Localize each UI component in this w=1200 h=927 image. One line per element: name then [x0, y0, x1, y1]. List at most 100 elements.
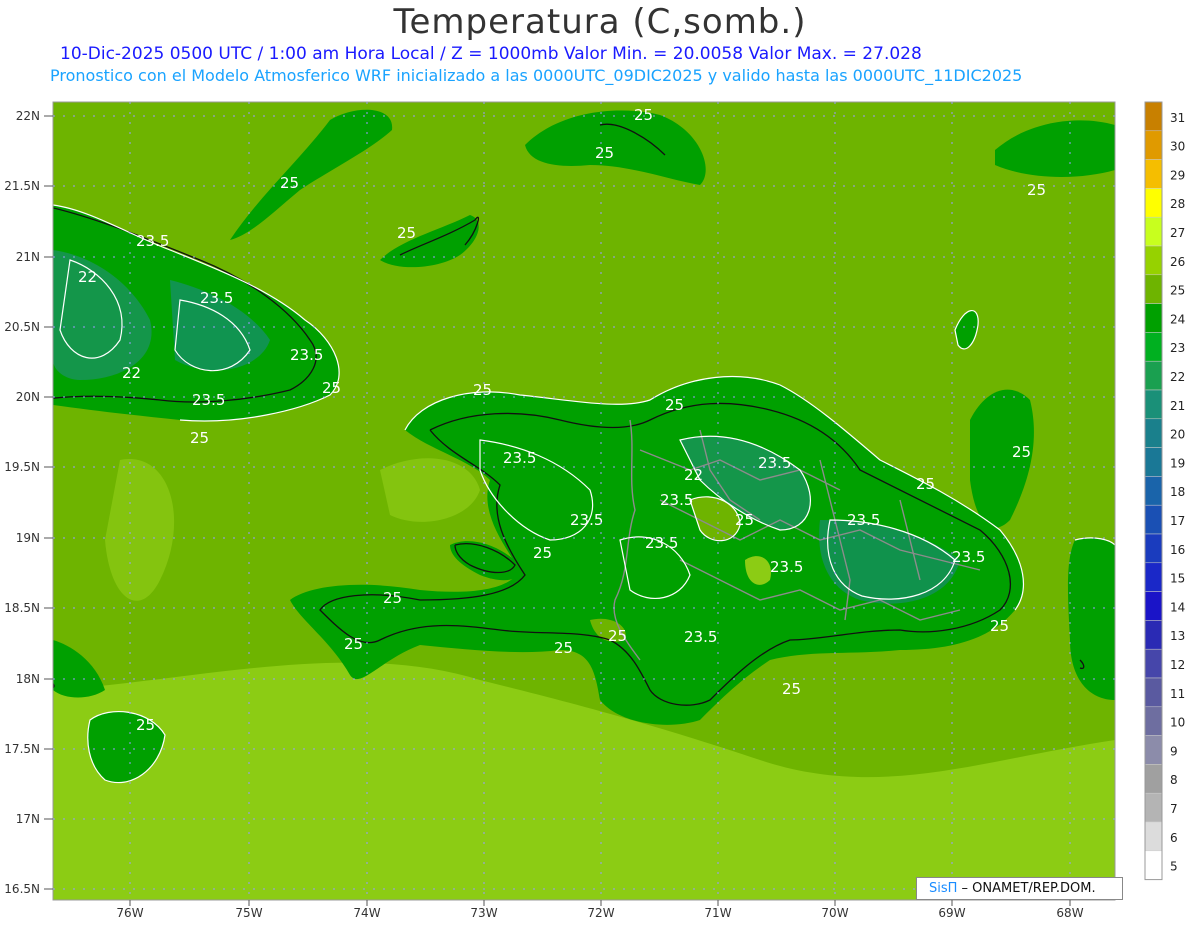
contour-label: 25 [136, 716, 155, 734]
latitude-label: 22N [16, 109, 40, 123]
contour-label: 23.5 [136, 232, 169, 250]
contour-label: 25 [1027, 181, 1046, 199]
colorbar-label: 10 [1170, 716, 1185, 730]
colorbar-label: 15 [1170, 572, 1185, 586]
colorbar-swatch [1144, 648, 1163, 679]
contour-label: 25 [916, 475, 935, 493]
contour-label: 25 [990, 617, 1009, 635]
contour-label: 23.5 [684, 628, 717, 646]
latitude-label: 20.5N [4, 320, 40, 334]
longitude-label: 76W [116, 906, 143, 920]
latitude-label: 21N [16, 250, 40, 264]
colorbar-label: 14 [1170, 600, 1185, 614]
colorbar-swatch [1144, 677, 1163, 708]
latitude-label: 16.5N [4, 882, 40, 896]
latitude-label: 20N [16, 390, 40, 404]
colorbar-label: 5 [1170, 860, 1178, 874]
temperature-map: 25 25 25 25 25 25 23.5 22 23.5 23.5 22 23.5 25 25 25 25… [4, 101, 1185, 920]
longitude-label: 75W [235, 906, 262, 920]
colorbar-swatch [1144, 303, 1163, 333]
contour-label: 23.5 [192, 391, 225, 409]
contour-label: 23.5 [770, 558, 803, 576]
colorbar-label: 23 [1170, 341, 1185, 355]
latitude-label: 21.5N [4, 179, 40, 193]
colorbar-label: 29 [1170, 168, 1185, 182]
contour-label: 23.5 [645, 534, 678, 552]
colorbar-swatch [1144, 735, 1163, 765]
contour-label: 23.5 [847, 511, 880, 529]
latitude-label: 19.5N [4, 460, 40, 474]
contour-label: 23.5 [570, 511, 603, 529]
colorbar-swatch [1144, 533, 1163, 564]
colorbar-label: 9 [1170, 744, 1178, 758]
colorbar-swatch [1144, 101, 1163, 132]
colorbar-swatch [1144, 389, 1163, 420]
colorbar-label: 28 [1170, 197, 1185, 211]
longitude-labels: 76W 75W 74W 73W 72W 71W 70W 69W 68W [116, 900, 1084, 920]
contour-label: 25 [782, 680, 801, 698]
colorbar-swatch [1144, 850, 1163, 880]
colorbar-label: 6 [1170, 831, 1178, 845]
credit-text: – ONAMET/REP.DOM. [957, 881, 1096, 896]
colorbar-swatch [1144, 274, 1163, 304]
longitude-label: 70W [821, 906, 848, 920]
colorbar-label: 17 [1170, 514, 1185, 528]
colorbar-label: 30 [1170, 140, 1185, 154]
sispi-logo-text: SisΠ [929, 881, 958, 896]
contour-label: 25 [280, 174, 299, 192]
longitude-label: 74W [353, 906, 380, 920]
colorbar-label: 24 [1170, 312, 1185, 326]
colorbar-label: 22 [1170, 370, 1185, 384]
colorbar-swatch [1144, 418, 1163, 448]
colorbar: 31 30 29 28 27 26 25 24 23 22 21 20 19 18 17 16 15 14 13 12… [1144, 101, 1185, 881]
colorbar-label: 16 [1170, 543, 1185, 557]
colorbar-swatch [1144, 447, 1163, 477]
contour-label: 22 [78, 268, 97, 286]
longitude-label: 73W [470, 906, 497, 920]
colorbar-swatch [1144, 821, 1163, 852]
latitude-labels: 22N 21.5N 21N 20.5N 20N 19.5N 19N 18.5N 18N 17.5N… [4, 109, 53, 896]
colorbar-swatch [1144, 360, 1163, 391]
contour-label: 25 [554, 639, 573, 657]
contour-label: 23.5 [952, 548, 985, 566]
credit-box: SisΠ – ONAMET/REP.DOM. [916, 877, 1123, 900]
contour-label: 25 [533, 544, 552, 562]
contour-label: 25 [595, 144, 614, 162]
longitude-label: 68W [1056, 906, 1083, 920]
colorbar-swatch [1144, 620, 1163, 650]
colorbar-swatch [1144, 591, 1163, 621]
contour-label: 23.5 [660, 491, 693, 509]
longitude-label: 72W [587, 906, 614, 920]
colorbar-label: 12 [1170, 658, 1185, 672]
colorbar-label: 7 [1170, 802, 1178, 816]
contour-label: 23.5 [503, 449, 536, 467]
latitude-label: 17.5N [4, 742, 40, 756]
colorbar-label: 13 [1170, 629, 1185, 643]
colorbar-label: 11 [1170, 687, 1185, 701]
colorbar-label: 25 [1170, 284, 1185, 298]
contour-label: 25 [383, 589, 402, 607]
contour-label: 25 [397, 224, 416, 242]
colorbar-label: 21 [1170, 399, 1185, 413]
colorbar-swatch [1144, 159, 1163, 189]
colorbar-label: 31 [1170, 111, 1185, 125]
colorbar-label: 20 [1170, 428, 1185, 442]
colorbar-swatch [1144, 188, 1163, 218]
contour-label: 25 [473, 381, 492, 399]
longitude-label: 71W [704, 906, 731, 920]
colorbar-swatch [1144, 130, 1163, 160]
latitude-label: 19N [16, 531, 40, 545]
colorbar-label: 18 [1170, 485, 1185, 499]
latitude-label: 18.5N [4, 601, 40, 615]
contour-label: 25 [634, 106, 653, 124]
colorbar-label: 27 [1170, 226, 1185, 240]
colorbar-swatch [1144, 562, 1163, 592]
colorbar-label: 19 [1170, 456, 1185, 470]
contour-label: 25 [344, 635, 363, 653]
contour-label: 23.5 [200, 289, 233, 307]
contour-label: 25 [665, 396, 684, 414]
latitude-label: 17N [16, 812, 40, 826]
colorbar-label: 26 [1170, 255, 1185, 269]
colorbar-swatch [1144, 706, 1163, 736]
contour-label: 25 [608, 627, 627, 645]
